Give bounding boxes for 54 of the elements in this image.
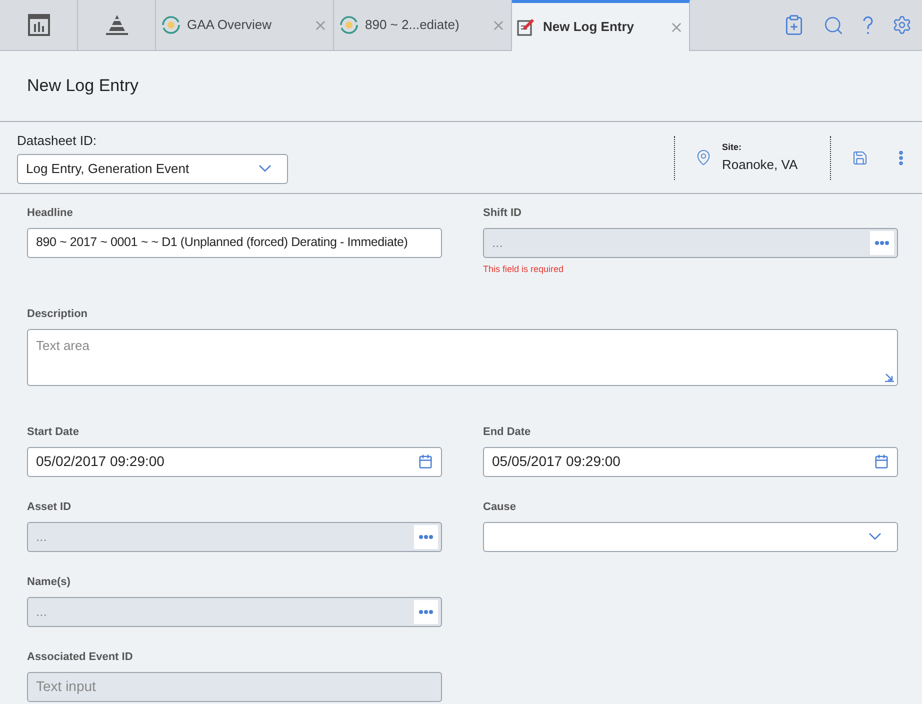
more-button[interactable] (870, 230, 894, 254)
datasheet-select[interactable]: Log Entry, Generation Event (17, 154, 288, 184)
edit-document-icon (517, 18, 535, 36)
document-tab[interactable]: GAA Overview (156, 0, 334, 50)
search-icon[interactable] (823, 14, 844, 36)
headline-field[interactable]: 890 ~ 2017 ~ 0001 ~ ~ D1 (Unplanned (forced) Derating - Immediate) (27, 228, 442, 258)
tab-label: 890 ~ 2...ediate) (365, 16, 460, 34)
field-label: Description (27, 307, 89, 322)
document-tab[interactable]: New Log Entry (512, 0, 690, 51)
field-label: Shift ID (483, 206, 522, 221)
chevron-down-icon (259, 165, 271, 172)
field-placeholder: ... (492, 234, 503, 252)
more-icon (419, 534, 433, 538)
field-placeholder: Text input (36, 677, 96, 696)
error-message: This field is required (483, 262, 565, 276)
more-button[interactable] (414, 600, 438, 624)
field-label: Start Date (27, 425, 80, 440)
date-value: 05/05/2017 09:29:00 (492, 452, 620, 471)
select-field[interactable] (483, 522, 898, 552)
page-title: New Log Entry (27, 75, 138, 98)
field-label: Cause (483, 500, 518, 515)
site-value: Roanoke, VA (722, 156, 798, 174)
location-pin-icon (695, 149, 712, 166)
date-field[interactable]: 05/02/2017 09:29:00 (27, 446, 442, 476)
date-field[interactable]: 05/05/2017 09:29:00 (483, 446, 898, 476)
field-placeholder: ... (36, 602, 47, 621)
settings-icon[interactable] (892, 15, 912, 35)
field-label: End Date (483, 425, 532, 440)
pyramid-icon (104, 14, 128, 36)
more-icon (875, 240, 889, 244)
field-placeholder: ... (36, 528, 47, 546)
field-placeholder: Text area (36, 338, 90, 352)
calendar-icon[interactable] (874, 454, 889, 469)
help-icon[interactable] (862, 15, 874, 35)
dashboard-icon (26, 13, 50, 37)
datasheet-label: Datasheet ID: (17, 132, 98, 150)
date-value: 05/02/2017 09:29:00 (36, 452, 164, 471)
field-label: Name(s) (27, 575, 72, 590)
clipboard-plus-icon[interactable] (783, 14, 805, 36)
site-label: Site: (722, 141, 743, 154)
resize-handle-icon[interactable] (885, 372, 894, 382)
tab-label: GAA Overview (187, 16, 273, 34)
calendar-icon[interactable] (418, 454, 433, 469)
field-label: Associated Event ID (27, 650, 134, 665)
more-icon (419, 610, 433, 614)
field-label: Asset ID (27, 500, 72, 515)
refresh-circle-icon (339, 15, 359, 35)
text-area[interactable]: Text area (27, 328, 898, 386)
field-label: Headline (27, 206, 74, 221)
more-button[interactable] (414, 524, 438, 548)
chevron-down-icon (869, 533, 881, 540)
refresh-circle-icon (161, 15, 181, 35)
save-icon[interactable] (852, 150, 868, 166)
tab-label: New Log Entry (543, 18, 636, 36)
